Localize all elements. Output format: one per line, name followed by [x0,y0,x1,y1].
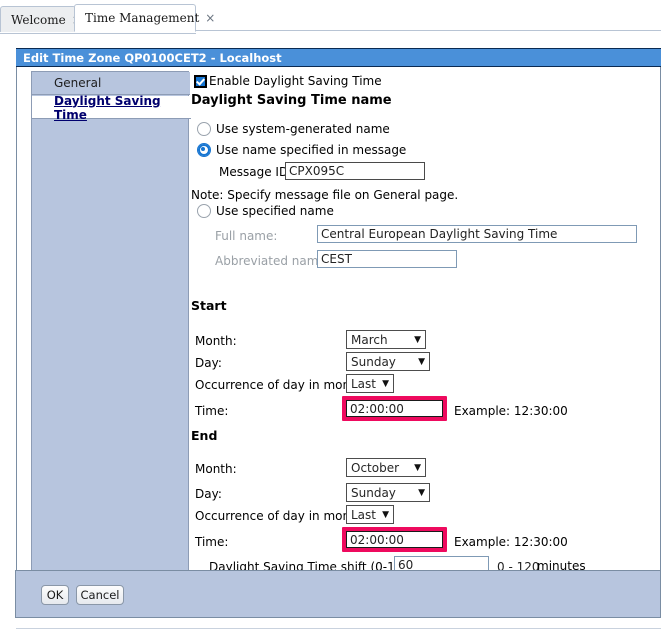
dialog-content: Enable Daylight Saving Time Daylight Sav… [189,71,659,581]
end-day-select[interactable]: Sunday ▼ [346,483,430,502]
enable-dst-label: Enable Daylight Saving Time [209,74,382,88]
start-time-highlight [342,396,447,421]
chevron-down-icon: ▼ [418,487,425,498]
start-day-value: Sunday [351,354,396,369]
browser-tab-time-management[interactable]: Time Management × [74,4,215,32]
chevron-down-icon: ▼ [418,356,425,367]
edit-time-zone-dialog: Edit Time Zone QP0100CET2 - Localhost Ge… [16,48,661,603]
browser-tab-strip: Welcome × Time Management × [0,0,661,34]
end-time-example: Example: 12:30:00 [454,535,568,549]
end-day-label: Day: [195,487,222,501]
radio-name-specified-in-message[interactable] [197,143,211,157]
radio-row-name-in-message[interactable]: Use name specified in message [197,143,406,157]
dialog-title: Edit Time Zone QP0100CET2 - Localhost [23,50,282,65]
end-occurrence-label: Occurrence of day in month: [195,509,367,523]
message-id-input[interactable] [285,162,425,180]
sidebar-item-general[interactable]: General [32,72,190,95]
chevron-down-icon: ▼ [382,378,389,389]
end-occurrence-value: Last [351,507,376,522]
ok-button-label: OK [46,588,64,602]
start-time-example: Example: 12:30:00 [454,404,568,418]
page-bottom-divider [16,628,661,629]
tab-strip-filler [196,30,661,34]
start-time-input[interactable] [346,400,443,417]
full-name-input[interactable] [317,225,637,243]
section-heading-end: End [191,428,218,443]
message-file-note: Note: Specify message file on General pa… [191,188,459,202]
end-month-label: Month: [195,462,237,476]
radio-label: Use system-generated name [216,122,390,136]
sidebar-item-daylight-saving-time[interactable]: Daylight Saving Time [32,93,191,122]
end-time-highlight [342,527,447,552]
sidebar-item-label: General [54,76,102,90]
dialog-nav-panel: General Daylight Saving Time [31,71,191,581]
start-occurrence-select[interactable]: Last ▼ [346,374,394,393]
sidebar-item-label: Daylight Saving Time [54,93,161,122]
radio-label: Use name specified in message [216,143,407,157]
ok-button[interactable]: OK [41,585,69,605]
start-occurrence-value: Last [351,376,376,391]
dialog-title-bar: Edit Time Zone QP0100CET2 - Localhost [16,48,661,67]
start-occurrence-label: Occurrence of day in month: [195,378,367,392]
cancel-button-label: Cancel [80,588,120,602]
radio-row-specified-name[interactable]: Use specified name [197,204,334,218]
radio-row-system-generated-name[interactable]: Use system-generated name [197,122,390,136]
abbreviated-name-input[interactable] [317,250,457,268]
start-month-select[interactable]: March ▼ [346,330,426,349]
start-day-label: Day: [195,356,222,370]
dialog-footer: OK Cancel [15,570,661,618]
section-heading-dst-name: Daylight Saving Time name [191,93,392,108]
cancel-button[interactable]: Cancel [76,585,124,605]
radio-label: Use specified name [216,204,334,218]
browser-tab-label: Time Management [85,11,200,25]
start-month-label: Month: [195,334,237,348]
chevron-down-icon: ▼ [382,509,389,520]
checkbox-enable-dst[interactable] [194,74,207,88]
message-id-label: Message ID: [219,165,293,179]
start-time-label: Time: [195,404,229,418]
end-occurrence-select[interactable]: Last ▼ [346,505,394,524]
radio-system-generated-name[interactable] [197,122,211,136]
radio-use-specified-name[interactable] [197,204,211,218]
browser-tab-welcome[interactable]: Welcome × [0,6,82,32]
close-icon[interactable]: × [199,11,215,25]
chevron-down-icon: ▼ [414,334,421,345]
full-name-label: Full name: [215,229,278,243]
section-heading-start: Start [191,298,227,313]
abbreviated-name-label: Abbreviated name: [215,254,330,268]
end-month-value: October [351,460,400,475]
browser-tab-label: Welcome [11,12,66,27]
start-month-value: March [351,332,388,347]
end-time-input[interactable] [346,531,443,548]
enable-dst-row[interactable]: Enable Daylight Saving Time [194,74,382,88]
end-time-label: Time: [195,535,229,549]
end-month-select[interactable]: October ▼ [346,458,426,477]
end-day-value: Sunday [351,485,396,500]
start-day-select[interactable]: Sunday ▼ [346,352,430,371]
chevron-down-icon: ▼ [414,462,421,473]
